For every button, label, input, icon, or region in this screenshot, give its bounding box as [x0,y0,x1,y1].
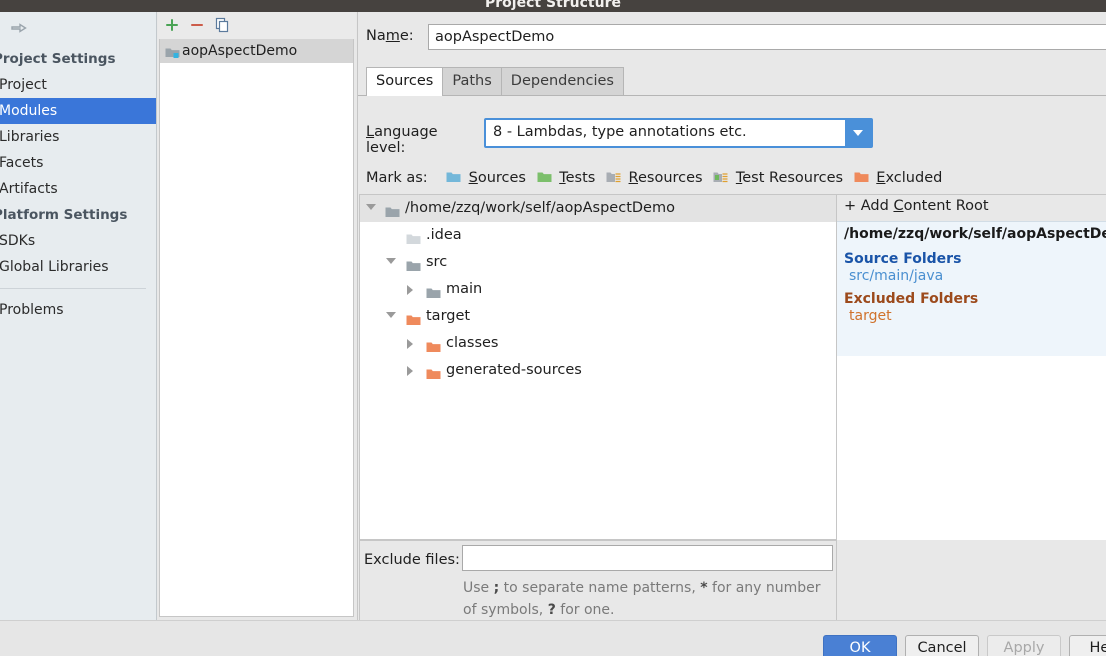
tree-row[interactable]: main [360,276,836,303]
tree-row[interactable]: generated-sources [360,357,836,384]
sidebar-toolbar [0,12,156,46]
tab-paths[interactable]: Paths [442,67,502,96]
content-tree[interactable]: /home/zzq/work/self/aopAspectDemo .idea … [359,194,837,540]
sidebar-group-title-platform-settings: Platform Settings [0,207,128,223]
language-level-select[interactable]: 8 - Lambdas, type annotations etc. [484,118,873,148]
content-root-panel: + Add Content Root /home/zzq/work/self/a… [837,194,1106,540]
content-root-path: /home/zzq/work/self/aopAspectDemo [844,226,1106,242]
tree-row-label: classes [446,335,499,351]
mark-as-excluded-button[interactable]: Excluded [854,170,943,186]
sidebar-divider [0,288,146,289]
sidebar-item-facets[interactable]: Facets [0,150,156,176]
mark-as-sources-button[interactable]: Sources [446,170,531,186]
list-item[interactable]: aopAspectDemo [160,39,353,63]
tab-dependencies[interactable]: Dependencies [500,67,624,96]
source-folders-title: Source Folders [844,251,962,267]
apply-button[interactable]: Apply [987,635,1061,656]
tree-row-label: generated-sources [446,362,582,378]
modules-list[interactable]: aopAspectDemo [159,39,354,617]
add-content-root-button[interactable]: + Add Content Root [844,198,989,214]
chevron-down-icon[interactable] [386,258,396,264]
folder-tests-icon [537,170,557,186]
language-level-label: Language level: [366,124,438,156]
folder-excluded-icon [854,170,874,186]
sidebar-item-modules[interactable]: Modules [0,98,156,124]
help-button[interactable]: Help [1069,635,1106,656]
tree-row[interactable]: .idea [360,222,836,249]
excluded-folders-title: Excluded Folders [844,291,979,307]
folder-resources-icon [606,170,626,186]
source-folder-item[interactable]: src/main/java [837,267,1106,284]
module-name-label: aopAspectDemo [182,43,298,59]
settings-sidebar: Project Settings Project Modules Librari… [0,12,157,620]
chevron-right-icon[interactable] [407,366,413,376]
window-title: Project Structure [485,0,621,11]
mark-as-tests-button[interactable]: Tests [537,170,600,186]
mark-as-tests-label: Tests [559,170,596,186]
chevron-down-icon[interactable] [845,120,871,146]
mark-as-sources-label: Sources [468,170,526,186]
modules-column: aopAspectDemo [158,12,356,620]
mark-as-label: Mark as: [366,170,428,186]
module-name-input[interactable]: aopAspectDemo [428,24,1106,50]
mark-as-resources-label: Resources [628,170,703,186]
sidebar-item-problems[interactable]: Problems [0,297,156,323]
mark-as-row: Mark as: Sources Tests Resources Test Re… [366,170,948,190]
content-root-body: /home/zzq/work/self/aopAspectDemo Source… [837,221,1106,356]
sidebar-item-artifacts[interactable]: Artifacts [0,176,156,202]
mark-as-excluded-label: Excluded [876,170,943,186]
remove-module-button[interactable] [187,17,207,35]
cancel-button[interactable]: Cancel [905,635,979,656]
module-name-row: Name: aopAspectDemo [366,24,1106,50]
chevron-right-icon[interactable] [407,339,413,349]
folder-excluded-icon [426,364,441,391]
tree-row[interactable]: classes [360,330,836,357]
sidebar-item-global-libraries[interactable]: Global Libraries [0,254,156,280]
tree-row[interactable]: src [360,249,836,276]
sidebar-item-libraries[interactable]: Libraries [0,124,156,150]
tree-row-label: src [426,254,448,270]
chevron-right-icon[interactable] [407,285,413,295]
exclude-files-input[interactable] [462,545,833,571]
module-editor-panel: Name: aopAspectDemo Sources Paths Depend… [357,12,1106,656]
tree-row[interactable]: target [360,303,836,330]
sidebar-group-project-settings: Project Settings Project Modules Librari… [0,46,156,202]
mark-as-test-resources-button[interactable]: Test Resources [713,170,847,186]
mark-as-test-resources-label: Test Resources [735,170,844,186]
language-level-value: 8 - Lambdas, type annotations etc. [493,124,747,140]
content-root-toolbar: + Add Content Root [837,195,1106,221]
copy-module-button[interactable] [212,17,232,35]
chevron-down-icon[interactable] [386,312,396,318]
sidebar-group-title-project-settings: Project Settings [0,51,116,67]
tree-row-label: main [446,281,483,297]
ok-button[interactable]: OK [823,635,897,656]
module-tabs: Sources Paths Dependencies [366,67,624,96]
chevron-down-icon[interactable] [366,204,376,210]
window-titlebar: Project Structure [0,0,1106,12]
dialog-footer: OK Cancel Apply Help [0,620,1106,656]
module-name-label-static: Name: [366,28,414,44]
tree-row-label: target [426,308,471,324]
sidebar-item-project[interactable]: Project [0,72,156,98]
exclude-files-label: Exclude files: [364,552,460,568]
module-folder-icon [165,44,180,68]
tree-row-label: .idea [426,227,462,243]
sidebar-item-sdks[interactable]: SDKs [0,228,156,254]
modules-toolbar [158,12,356,39]
tree-row-label: /home/zzq/work/self/aopAspectDemo [405,200,675,216]
mark-as-resources-button[interactable]: Resources [606,170,707,186]
folder-test-resources-icon [713,170,733,186]
add-module-button[interactable] [162,17,182,35]
arrow-right-icon[interactable] [10,20,28,36]
exclude-files-hint: Use ; to separate name patterns, * for a… [463,580,821,618]
tab-sources[interactable]: Sources [366,67,444,96]
folder-sources-icon [446,170,466,186]
sources-tab-pane: Language level: 8 - Lambdas, type annota… [358,96,1106,656]
excluded-folder-item[interactable]: target [837,307,1106,324]
sidebar-group-platform-settings: Platform Settings SDKs Global Libraries [0,202,156,280]
tree-row[interactable]: /home/zzq/work/self/aopAspectDemo [360,195,836,222]
